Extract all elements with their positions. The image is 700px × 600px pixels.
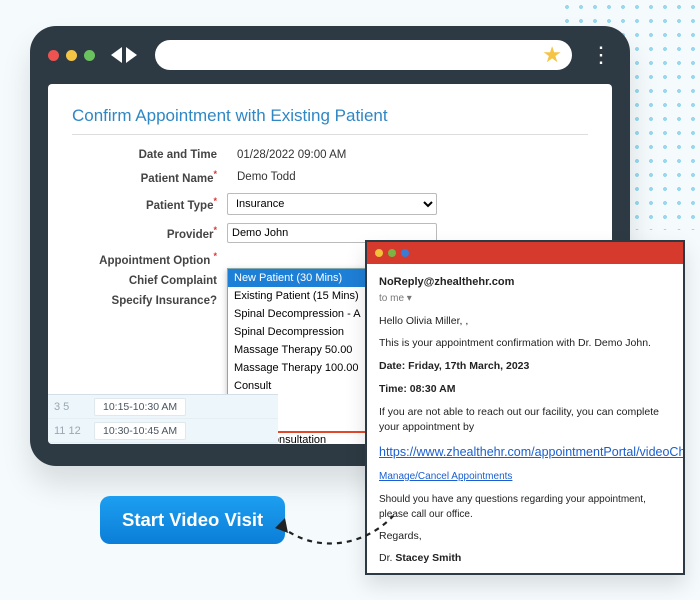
email-window: NoReply@zhealthehr.com to me ▾ Hello Oli… (365, 240, 685, 575)
email-tome[interactable]: to me ▾ (379, 291, 671, 306)
email-questions: Should you have any questions regarding … (379, 492, 671, 522)
row-datetime: Date and Time 01/28/2022 09:00 AM (72, 149, 588, 161)
maximize-icon[interactable] (84, 50, 95, 61)
slot-num: 11 12 (54, 425, 84, 437)
email-video-link[interactable]: https://www.zhealthehr.com/appointmentPo… (379, 445, 685, 459)
timeslot-strip: 3 5 10:15-10:30 AM 11 12 10:30-10:45 AM (48, 394, 278, 444)
label-patient-type: Patient Type* (72, 196, 227, 212)
window-controls[interactable] (48, 50, 95, 61)
label-specify-insurance: Specify Insurance? (72, 295, 227, 307)
row-patient-name: Patient Name* Demo Todd (72, 169, 588, 185)
email-manage-link[interactable]: Manage/Cancel Appointments (379, 471, 512, 482)
nav-arrows (111, 47, 137, 63)
forward-icon[interactable] (126, 47, 137, 63)
slot-num: 3 5 (54, 401, 84, 413)
email-time: Time: 08:30 AM (379, 382, 671, 398)
email-regards: Regards, (379, 529, 671, 545)
email-from: NoReply@zhealthehr.com (379, 274, 671, 291)
minimize-icon[interactable] (66, 50, 77, 61)
form-title: Confirm Appointment with Existing Patien… (72, 106, 588, 126)
label-chief-complaint: Chief Complaint (72, 275, 227, 287)
mail-dot-icon (401, 249, 409, 257)
back-icon[interactable] (111, 47, 122, 63)
titlebar: ★ ⋮ (30, 26, 630, 84)
patient-type-select[interactable]: Insurance (227, 193, 437, 215)
label-datetime: Date and Time (72, 149, 227, 161)
label-appointment-option: Appointment Option * (72, 251, 227, 267)
more-menu-icon[interactable]: ⋮ (590, 51, 612, 60)
email-greeting: Hello Olivia Miller, , (379, 314, 671, 330)
email-titlebar (367, 242, 683, 264)
value-datetime: 01/28/2022 09:00 AM (227, 149, 588, 161)
email-date: Date: Friday, 17th March, 2023 (379, 359, 671, 375)
mail-dot-icon (388, 249, 396, 257)
mail-dot-icon (375, 249, 383, 257)
bookmark-star-icon[interactable]: ★ (542, 42, 562, 68)
email-signer: Dr. Stacey Smith (379, 551, 671, 567)
email-body: NoReply@zhealthehr.com to me ▾ Hello Oli… (367, 264, 683, 575)
row-patient-type: Patient Type* Insurance (72, 193, 588, 215)
email-addr: 100 Main St, San Francisco, CA 94105 (379, 574, 671, 575)
slot-time: 10:15-10:30 AM (94, 398, 186, 416)
value-patient-name: Demo Todd (227, 171, 588, 183)
email-cannot: If you are not able to reach out our fac… (379, 405, 671, 437)
label-patient-name: Patient Name* (72, 169, 227, 185)
start-video-visit-button[interactable]: Start Video Visit (100, 496, 285, 544)
label-provider: Provider* (72, 225, 227, 241)
timeslot-row[interactable]: 3 5 10:15-10:30 AM (48, 395, 278, 419)
slot-time: 10:30-10:45 AM (94, 422, 186, 440)
timeslot-row[interactable]: 11 12 10:30-10:45 AM (48, 419, 278, 443)
email-intro: This is your appointment confirmation wi… (379, 336, 671, 352)
close-icon[interactable] (48, 50, 59, 61)
divider (72, 134, 588, 135)
url-bar[interactable]: ★ (155, 40, 572, 70)
value-patient-type: Insurance (227, 193, 588, 215)
